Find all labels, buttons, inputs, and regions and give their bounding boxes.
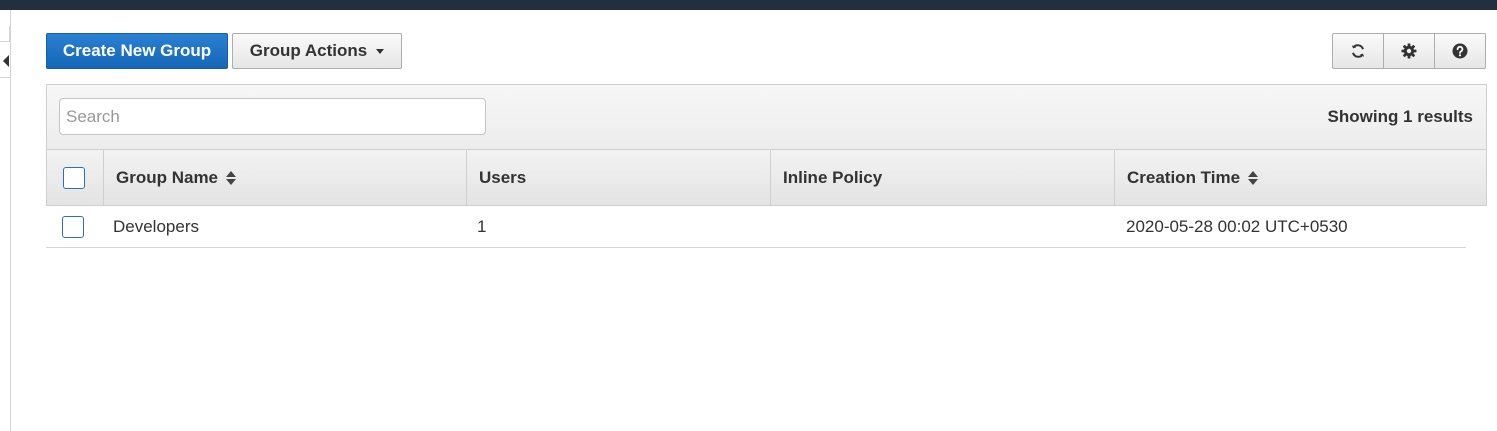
refresh-button[interactable] xyxy=(1332,33,1384,69)
sidebar-edge xyxy=(0,26,10,42)
search-input[interactable] xyxy=(59,98,486,135)
column-group-name-label: Group Name xyxy=(116,167,219,187)
header-checkbox-cell xyxy=(47,150,103,205)
create-new-group-button[interactable]: Create New Group xyxy=(46,33,228,69)
table-header: Group Name Users Inline Policy Creation … xyxy=(47,150,1486,205)
users-cell: 1 xyxy=(477,216,487,236)
settings-button[interactable] xyxy=(1383,33,1435,69)
column-creation-time-label: Creation Time xyxy=(1127,167,1241,187)
group-actions-label: Group Actions xyxy=(249,41,368,60)
row-checkbox[interactable] xyxy=(62,215,84,238)
column-users: Users xyxy=(466,150,770,205)
column-creation-time[interactable]: Creation Time xyxy=(1114,150,1486,205)
gear-icon xyxy=(1401,43,1417,59)
sort-icon xyxy=(1248,170,1259,185)
help-icon xyxy=(1452,43,1468,59)
table-row[interactable]: Developers 1 2020-05-28 00:02 UTC+0530 xyxy=(46,206,1466,248)
select-all-checkbox[interactable] xyxy=(63,166,85,189)
column-inline-policy: Inline Policy xyxy=(770,150,1114,205)
column-users-label: Users xyxy=(479,167,527,187)
refresh-icon xyxy=(1351,44,1365,58)
column-group-name[interactable]: Group Name xyxy=(103,150,466,205)
results-count: Showing 1 results xyxy=(1327,107,1473,126)
creation-time-cell: 2020-05-28 00:02 UTC+0530 xyxy=(1126,216,1348,236)
sort-icon xyxy=(226,170,237,185)
caret-down-icon xyxy=(376,48,385,54)
row-checkbox-cell xyxy=(62,206,84,247)
group-actions-dropdown[interactable]: Group Actions xyxy=(232,33,402,69)
group-name-cell[interactable]: Developers xyxy=(113,206,199,247)
collapse-left-icon[interactable] xyxy=(3,55,9,67)
column-inline-policy-label: Inline Policy xyxy=(783,167,883,187)
help-button[interactable] xyxy=(1434,33,1486,69)
top-navigation-bar xyxy=(0,0,1497,10)
groups-table-panel: Showing 1 results Group Name Users Inlin… xyxy=(46,84,1487,206)
filter-bar: Showing 1 results xyxy=(47,85,1486,150)
table-tools xyxy=(1332,33,1487,69)
